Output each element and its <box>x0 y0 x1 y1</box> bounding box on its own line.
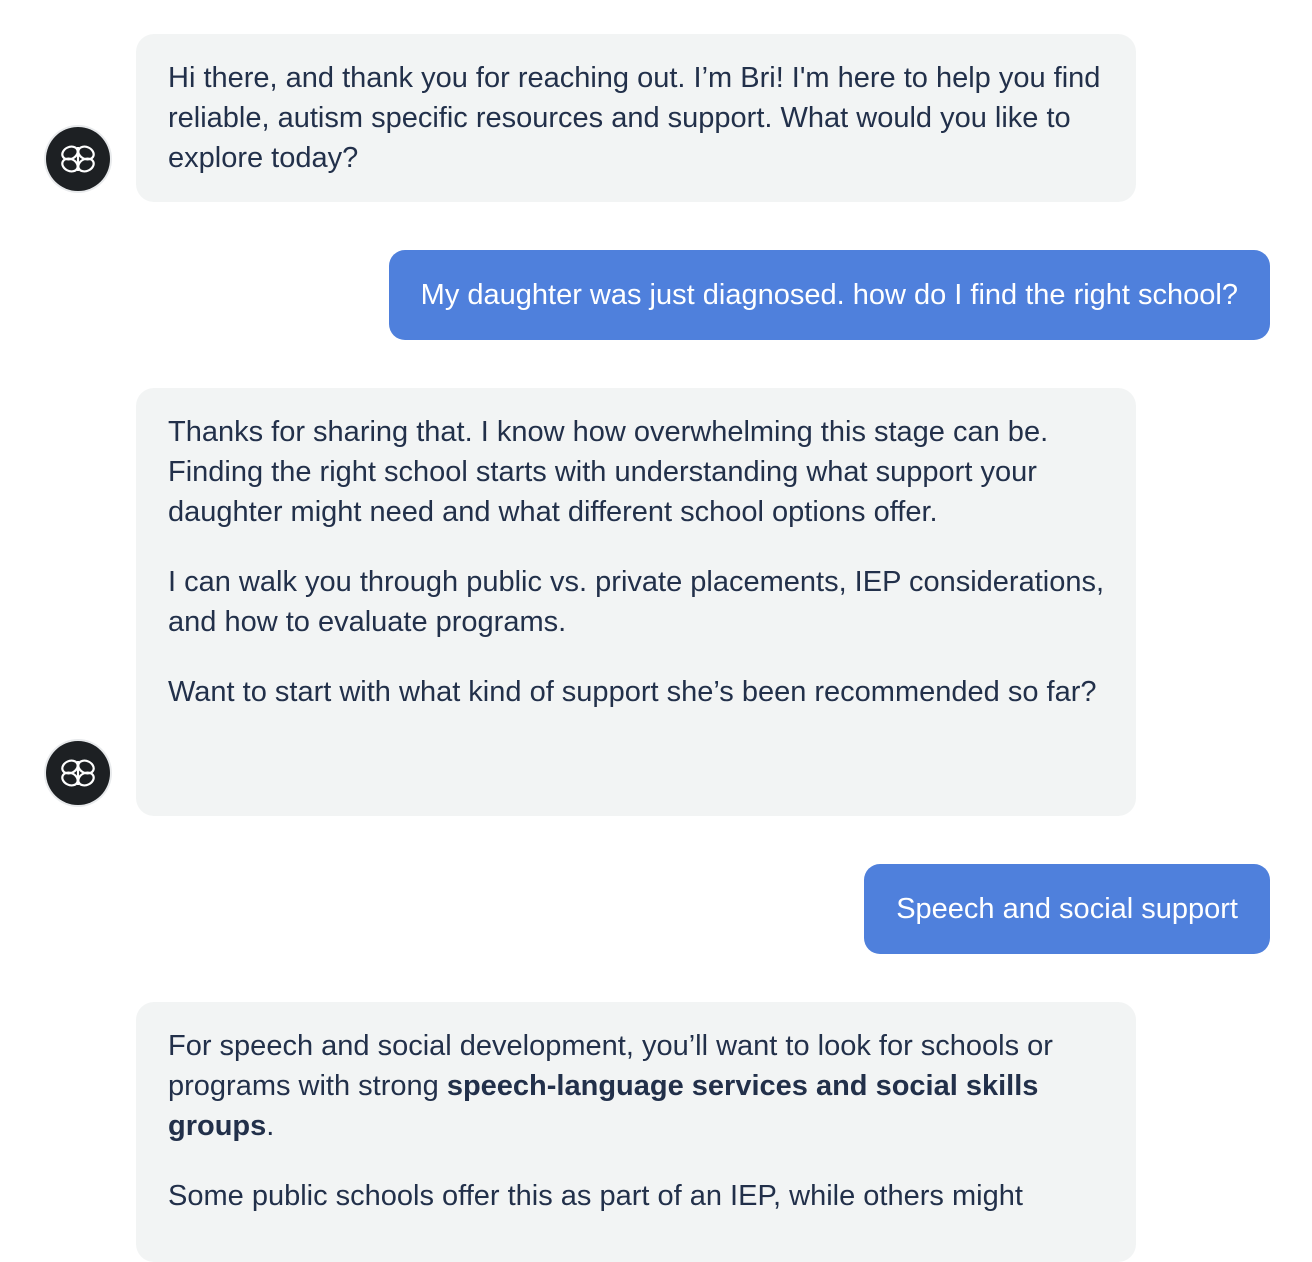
assistant-avatar <box>46 127 110 191</box>
butterfly-logo-icon <box>61 145 95 173</box>
assistant-message-bubble: For speech and social development, you’l… <box>136 1002 1136 1262</box>
assistant-message-bubble: Hi there, and thank you for reaching out… <box>136 34 1136 202</box>
message-text: Speech and social support <box>896 893 1238 925</box>
message-text-part: . <box>266 1110 275 1142</box>
message-text: Want to start with what kind of support … <box>168 676 1097 708</box>
message-text: For speech and social development, you’l… <box>168 1026 1104 1146</box>
message-text: I can walk you through public vs. privat… <box>168 566 1105 638</box>
butterfly-logo-icon <box>61 759 95 787</box>
assistant-message-bubble: Thanks for sharing that. I know how over… <box>136 388 1136 816</box>
assistant-avatar <box>46 741 110 805</box>
message-text: My daughter was just diagnosed. how do I… <box>420 279 1238 311</box>
chat-thread: Hi there, and thank you for reaching out… <box>0 0 1312 1262</box>
message-text: Some public schools offer this as part o… <box>168 1180 1023 1212</box>
user-message-bubble: Speech and social support <box>864 864 1270 954</box>
message-text: Hi there, and thank you for reaching out… <box>168 62 1101 174</box>
message-text: Thanks for sharing that. I know how over… <box>168 416 1049 528</box>
user-message-bubble: My daughter was just diagnosed. how do I… <box>388 250 1270 340</box>
